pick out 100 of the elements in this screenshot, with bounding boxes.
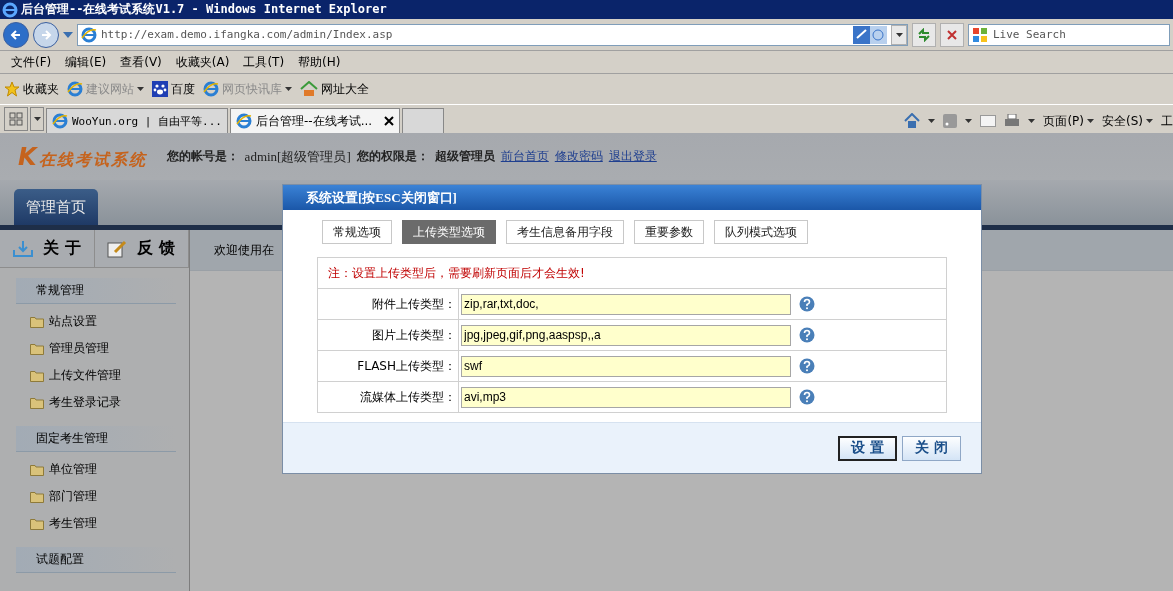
- help-icon[interactable]: [799, 296, 815, 312]
- menu-item[interactable]: 文件(F): [4, 53, 59, 71]
- close-icon: [946, 28, 958, 41]
- folder-icon: [30, 396, 44, 409]
- caret-icon: [928, 119, 936, 123]
- folder-icon: [30, 369, 44, 382]
- window-title: 后台管理--在线考试系统V1.7 - Windows Internet Explorer: [21, 1, 387, 18]
- address-field[interactable]: http://exam.demo.ifangka.com/admin/Index.asp: [77, 23, 908, 46]
- refresh-button[interactable]: [912, 22, 936, 47]
- house-icon: [300, 81, 318, 97]
- forward-button[interactable]: [33, 21, 59, 48]
- sidebar-group-title[interactable]: 固定考生管理: [16, 426, 176, 452]
- tab-list-button[interactable]: [30, 107, 44, 131]
- folder-icon: [30, 315, 44, 328]
- settings-tab[interactable]: 上传类型选项: [402, 220, 496, 244]
- menu-item[interactable]: 工具(T): [236, 53, 292, 71]
- new-tab-button[interactable]: [402, 108, 445, 133]
- permission-label: 您的权限是：: [356, 148, 429, 165]
- printer-icon[interactable]: [1004, 114, 1021, 128]
- settings-tab[interactable]: 重要参数: [634, 220, 704, 244]
- command-menu[interactable]: 页面(P): [1043, 112, 1094, 130]
- input-field[interactable]: avi,mp3: [461, 386, 791, 408]
- command-menu[interactable]: 安全(S): [1102, 112, 1153, 130]
- browser-icon: [52, 113, 68, 129]
- browser-tab[interactable]: 后台管理--在线考试...: [229, 108, 401, 133]
- account-name: admin[超级管理员]: [244, 147, 351, 166]
- caret-icon[interactable]: [63, 31, 73, 38]
- field-label: 图片上传类型：: [372, 327, 456, 342]
- forward-arrow-icon: [40, 28, 52, 41]
- back-arrow-icon: [10, 28, 22, 41]
- field-label: 附件上传类型：: [372, 296, 456, 311]
- page-icon: [81, 26, 97, 43]
- favorites-item[interactable]: 网址大全: [300, 80, 369, 98]
- sidebar-item[interactable]: 部门管理: [0, 483, 189, 510]
- welcome-text: 欢迎使用在: [214, 241, 274, 259]
- folder-icon: [30, 490, 44, 503]
- caret-icon: [895, 32, 903, 37]
- input-field[interactable]: jpg,jpeg,gif,png,aaspsp,,a: [461, 324, 791, 346]
- browser-icon: [67, 81, 83, 97]
- search-field[interactable]: Live Search: [968, 23, 1170, 46]
- field-label: 流媒体上传类型：: [360, 389, 456, 404]
- refresh-icon: [917, 27, 931, 42]
- sidebar-group-title[interactable]: 试题配置: [16, 547, 176, 573]
- header-link[interactable]: 退出登录: [608, 148, 657, 165]
- browser-tab[interactable]: WooYun.org | 自由平等...: [46, 108, 228, 133]
- input-field[interactable]: swf: [461, 355, 791, 377]
- permission-value: 超级管理员: [434, 148, 495, 165]
- dialog-button[interactable]: 设 置: [838, 435, 897, 461]
- grid-icon: [9, 112, 23, 126]
- caret-icon: [33, 117, 41, 121]
- sidebar-item[interactable]: 站点设置: [0, 308, 189, 335]
- browser-icon: [235, 113, 252, 129]
- sidebar-item[interactable]: 管理员管理: [0, 335, 189, 362]
- help-icon[interactable]: [799, 327, 815, 343]
- star-icon: [4, 81, 20, 97]
- menu-item[interactable]: 收藏夹(A): [168, 53, 237, 71]
- favorites-item[interactable]: 收藏夹: [4, 80, 59, 98]
- note-text: 注：设置上传类型后，需要刷新页面后才会生效!: [327, 265, 585, 280]
- sidebar-item[interactable]: 上传文件管理: [0, 362, 189, 389]
- stop-button[interactable]: [940, 22, 964, 47]
- menu-item[interactable]: 查看(V): [113, 53, 169, 71]
- home-icon[interactable]: [904, 113, 921, 129]
- command-menu[interactable]: 工: [1161, 112, 1173, 130]
- help-icon[interactable]: [799, 358, 815, 374]
- caret-icon: [1146, 119, 1153, 123]
- mail-icon[interactable]: [980, 115, 997, 127]
- favorites-item[interactable]: 百度: [152, 80, 195, 98]
- compatibility-icon[interactable]: [853, 25, 887, 44]
- logo-mark: K: [18, 142, 37, 171]
- input-field[interactable]: zip,rar,txt,doc,: [461, 293, 791, 315]
- dropdown-button[interactable]: [891, 24, 907, 45]
- menu-item[interactable]: 编辑(E): [58, 53, 114, 71]
- logo-text: 在线考试系统: [38, 149, 147, 171]
- header-link[interactable]: 前台首页: [500, 148, 549, 165]
- browser-icon: [203, 81, 219, 97]
- settings-tab[interactable]: 考生信息备用字段: [506, 220, 624, 244]
- caret-icon: [1028, 119, 1036, 123]
- sidebar-group-title[interactable]: 常规管理: [16, 278, 176, 304]
- download-icon: [12, 239, 33, 258]
- dialog-button[interactable]: 关 闭: [902, 435, 961, 461]
- close-icon[interactable]: [384, 116, 395, 126]
- quick-button[interactable]: 关 于: [0, 230, 95, 267]
- settings-tab[interactable]: 常规选项: [322, 220, 392, 244]
- nav-tab[interactable]: 管理首页: [14, 189, 98, 225]
- notepad-pencil-icon: [107, 239, 128, 258]
- sidebar-item[interactable]: 考生登录记录: [0, 389, 189, 416]
- sidebar-item[interactable]: 单位管理: [0, 456, 189, 483]
- folder-icon: [30, 463, 44, 476]
- help-icon[interactable]: [799, 389, 815, 405]
- sidebar-item[interactable]: 考生管理: [0, 510, 189, 537]
- settings-tab[interactable]: 队列模式选项: [714, 220, 808, 244]
- back-button[interactable]: [3, 21, 29, 48]
- folder-icon: [30, 342, 44, 355]
- browser-icon: [2, 1, 18, 18]
- folder-icon: [30, 517, 44, 530]
- menu-item[interactable]: 帮助(H): [291, 53, 348, 71]
- account-label: 您的帐号是：: [166, 148, 239, 165]
- header-link[interactable]: 修改密码: [554, 148, 603, 165]
- caret-icon: [1087, 119, 1094, 123]
- quick-button[interactable]: 反 馈: [94, 230, 189, 267]
